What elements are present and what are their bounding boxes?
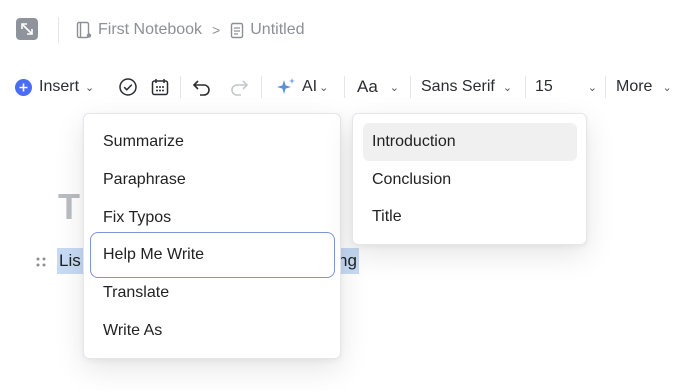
page-icon bbox=[230, 22, 244, 39]
chevron-down-icon: ⌄ bbox=[389, 81, 400, 94]
chevron-down-icon: ⌄ bbox=[319, 81, 329, 94]
ai-menu-item[interactable]: Summarize bbox=[84, 124, 340, 160]
undo-button[interactable] bbox=[192, 70, 212, 104]
chevron-down-icon: ⌄ bbox=[502, 81, 513, 94]
editor-toolbar: Insert ⌄ AI ⌄ Aa ⌄ Sans Serif ⌄ 15 ⌄ Mor… bbox=[0, 70, 694, 104]
more-label: More bbox=[616, 78, 653, 95]
drag-handle-icon[interactable] bbox=[35, 255, 47, 273]
chevron-down-icon: ⌄ bbox=[587, 81, 597, 94]
ai-menu-item[interactable]: Paraphrase bbox=[84, 162, 340, 198]
breadcrumb: First Notebook > Untitled bbox=[76, 19, 304, 41]
toolbar-divider bbox=[410, 76, 411, 98]
undo-icon bbox=[192, 80, 210, 96]
font-family-value: Sans Serif bbox=[421, 78, 495, 95]
toolbar-divider bbox=[180, 76, 181, 98]
check-circle-icon bbox=[119, 78, 137, 96]
insert-button[interactable]: Insert ⌄ bbox=[15, 70, 94, 104]
chevron-down-icon: ⌄ bbox=[85, 81, 95, 94]
calendar-button[interactable] bbox=[151, 70, 169, 104]
submenu-item-highlighted[interactable]: Introduction bbox=[363, 123, 577, 161]
font-size-select[interactable]: 15 ⌄ bbox=[535, 70, 597, 104]
redo-button[interactable] bbox=[229, 70, 249, 104]
ai-menu-item-active[interactable]: Help Me Write bbox=[90, 232, 335, 278]
ai-label: AI bbox=[302, 78, 318, 95]
submenu-item[interactable]: Title bbox=[353, 199, 586, 235]
help-write-submenu: Introduction Conclusion Title bbox=[352, 113, 587, 245]
ai-menu: Summarize Paraphrase Fix Typos Help Me W… bbox=[83, 113, 341, 359]
divider bbox=[58, 17, 59, 43]
breadcrumb-separator: > bbox=[212, 22, 221, 38]
submenu-item[interactable]: Conclusion bbox=[353, 162, 586, 198]
calendar-icon bbox=[151, 79, 169, 96]
insert-label: Insert bbox=[39, 78, 80, 95]
expand-arrows-icon bbox=[21, 23, 33, 35]
toolbar-divider bbox=[525, 76, 526, 98]
more-button[interactable]: More ⌄ bbox=[616, 70, 672, 104]
ai-menu-item[interactable]: Write As bbox=[84, 313, 340, 349]
sparkle-icon bbox=[277, 78, 295, 94]
check-circle-button[interactable] bbox=[119, 70, 137, 104]
text-style-label: Aa bbox=[357, 77, 378, 96]
toolbar-divider bbox=[605, 76, 606, 98]
toolbar-divider bbox=[344, 76, 345, 98]
notebook-icon bbox=[76, 21, 92, 39]
breadcrumb-notebook[interactable]: First Notebook bbox=[98, 21, 202, 39]
toolbar-divider bbox=[261, 76, 262, 98]
ai-button[interactable]: AI ⌄ bbox=[275, 70, 328, 104]
ai-menu-item[interactable]: Fix Typos bbox=[84, 200, 340, 236]
font-family-select[interactable]: Sans Serif ⌄ bbox=[421, 70, 512, 104]
redo-icon bbox=[231, 80, 249, 96]
selected-text[interactable]: Lis bbox=[57, 248, 83, 274]
font-size-value: 15 bbox=[535, 78, 553, 95]
chevron-down-icon: ⌄ bbox=[662, 81, 672, 94]
plus-circle-icon bbox=[15, 78, 32, 96]
breadcrumb-page[interactable]: Untitled bbox=[250, 21, 304, 39]
text-style-button[interactable]: Aa ⌄ bbox=[357, 70, 399, 104]
expand-icon[interactable] bbox=[16, 18, 38, 40]
page-title-placeholder[interactable]: T bbox=[58, 186, 80, 228]
ai-menu-item[interactable]: Translate bbox=[84, 275, 340, 311]
